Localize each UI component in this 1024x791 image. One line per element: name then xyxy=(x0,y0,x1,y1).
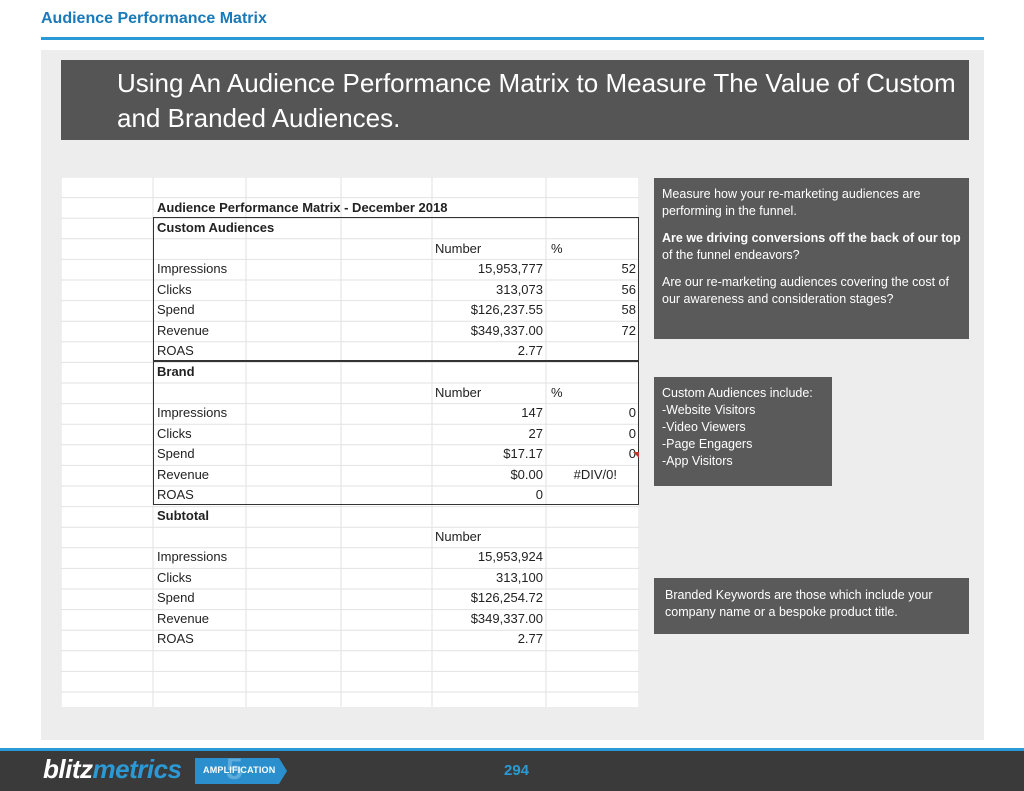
info-box-funnel: Measure how your re-marketing audiences … xyxy=(654,178,969,339)
custom-audiences-box xyxy=(153,217,639,361)
title-banner: Using An Audience Performance Matrix to … xyxy=(61,60,969,140)
info-line: -Website Visitors xyxy=(662,403,756,417)
row-label: ROAS xyxy=(157,631,194,646)
row-number: 15,953,924 xyxy=(477,549,543,564)
number-header: Number xyxy=(435,529,482,544)
row-number: 2.77 xyxy=(517,631,543,646)
info-question: Are we driving conversions off the back … xyxy=(662,231,961,245)
sheet-title-row: Audience Performance Matrix - December 2… xyxy=(61,198,639,218)
banner-title: Using An Audience Performance Matrix to … xyxy=(117,68,956,133)
row-number: 313,100 xyxy=(496,570,543,585)
page-header-title: Audience Performance Matrix xyxy=(41,10,267,27)
row-number: $126,254.72 xyxy=(470,590,543,605)
row-label: Impressions xyxy=(157,549,228,564)
column-header-row: Number xyxy=(61,527,639,547)
blitzmetrics-logo: blitzmetrics xyxy=(43,754,182,784)
info-box-branded-keywords: Branded Keywords are those which include… xyxy=(654,578,969,634)
row-number: $349,337.00 xyxy=(470,611,543,626)
badge-label: AMPLIFICATION xyxy=(203,765,276,775)
info-line: -Page Engagers xyxy=(662,437,753,451)
info-line: -Video Viewers xyxy=(662,420,746,434)
info-question: Are our re-marketing audiences covering … xyxy=(662,275,949,306)
info-text: Measure how your re-marketing audiences … xyxy=(662,187,921,218)
spreadsheet: Audience Performance Matrix - December 2… xyxy=(61,177,639,707)
info-text: of the funnel endeavors? xyxy=(662,248,800,262)
info-line: Custom Audiences include: xyxy=(662,386,813,400)
table-row: Impressions 15,953,924 xyxy=(61,547,639,567)
row-label: Spend xyxy=(157,590,195,605)
row-label: Clicks xyxy=(157,570,192,585)
table-row: Spend $126,254.72 xyxy=(61,588,639,608)
comment-marker-icon xyxy=(633,452,639,458)
header-divider xyxy=(41,37,984,40)
footer: blitzmetrics 5 AMPLIFICATION 294 xyxy=(0,750,1024,791)
table-row: Revenue $349,337.00 xyxy=(61,609,639,629)
sheet-title: Audience Performance Matrix - December 2… xyxy=(157,200,448,215)
footer-divider xyxy=(0,748,1024,751)
page-number: 294 xyxy=(504,762,530,779)
info-line: -App Visitors xyxy=(662,454,733,468)
section-heading-subtotal: Subtotal xyxy=(157,508,209,523)
section-heading-row: Subtotal xyxy=(61,506,639,526)
row-label: Revenue xyxy=(157,611,210,626)
info-text: Branded Keywords are those which include… xyxy=(665,588,933,619)
table-row: ROAS 2.77 xyxy=(61,629,639,649)
info-box-custom-audiences: Custom Audiences include: -Website Visit… xyxy=(654,377,832,486)
table-row: Clicks 313,100 xyxy=(61,568,639,588)
brand-box xyxy=(153,361,639,505)
